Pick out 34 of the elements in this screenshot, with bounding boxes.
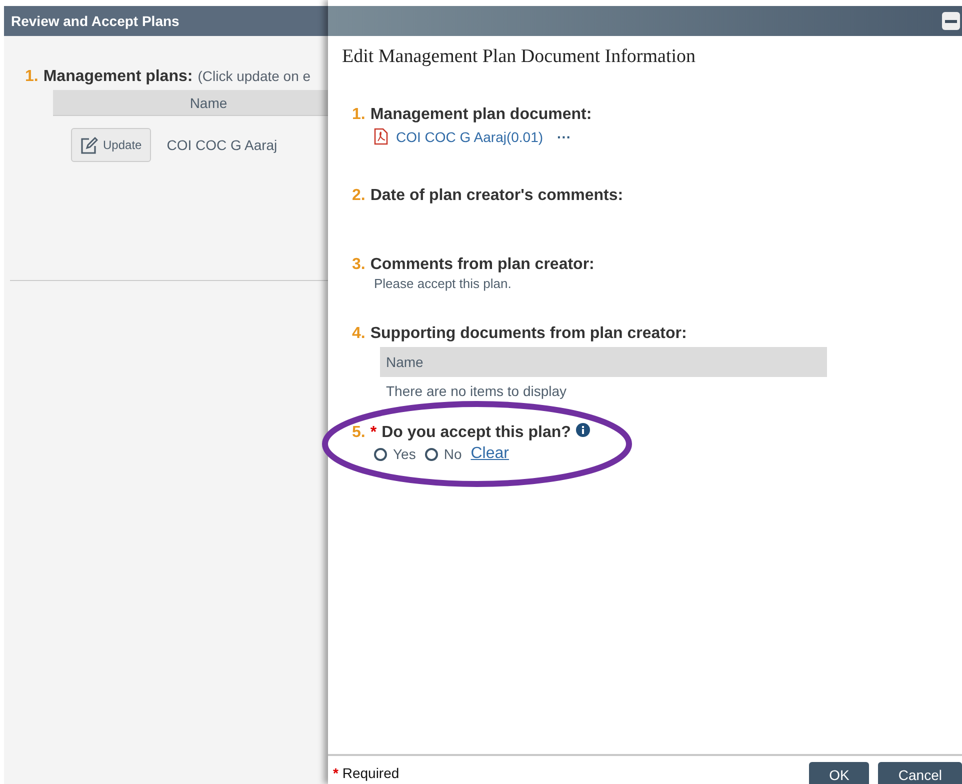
radio-option[interactable]: No [424,446,462,462]
edit-icon [80,136,98,154]
pdf-file-icon [374,128,388,145]
section-label: Comments from plan creator: [370,256,594,274]
section-number: 5. [352,424,366,442]
section-number: 1. [25,68,38,86]
cancel-button[interactable]: Cancel [878,762,962,784]
section-label: Management plans: [43,68,193,86]
section-label: Do you accept this plan? [382,424,571,442]
section-number: 1. [352,106,366,124]
radio-option[interactable]: Yes [374,446,416,462]
section-number: 4. [352,325,366,343]
empty-message: There are no items to display [386,383,568,399]
required-note: * Required [333,764,400,781]
ok-button[interactable]: OK [809,762,870,784]
table-cell: COI COC G Aaraj [166,137,278,153]
section-number: 2. [352,187,366,205]
section-label: Management plan document: [370,106,592,124]
section-number: 3. [352,256,366,274]
info-icon[interactable] [576,423,590,437]
section-label: Date of plan creator's comments: [370,187,624,205]
section-label: Supporting documents from plan creator: [370,325,687,343]
panel-title: Review and Accept Plans [4,6,328,36]
minimize-icon[interactable] [942,12,960,30]
dialog-title: Edit Management Plan Document Information [341,45,697,68]
comment-text: Please accept this plan. [374,276,512,291]
column-header: Name [380,347,827,377]
update-button[interactable]: Update [71,128,151,162]
document-link[interactable]: COI COC G Aaraj(0.01) [396,128,544,144]
more-actions[interactable]: ··· [557,128,572,144]
required-mark: * [370,424,377,442]
clear-link[interactable]: Clear [470,445,509,463]
section-hint: (Click update on e [198,68,311,84]
column-header: Name [53,90,328,116]
